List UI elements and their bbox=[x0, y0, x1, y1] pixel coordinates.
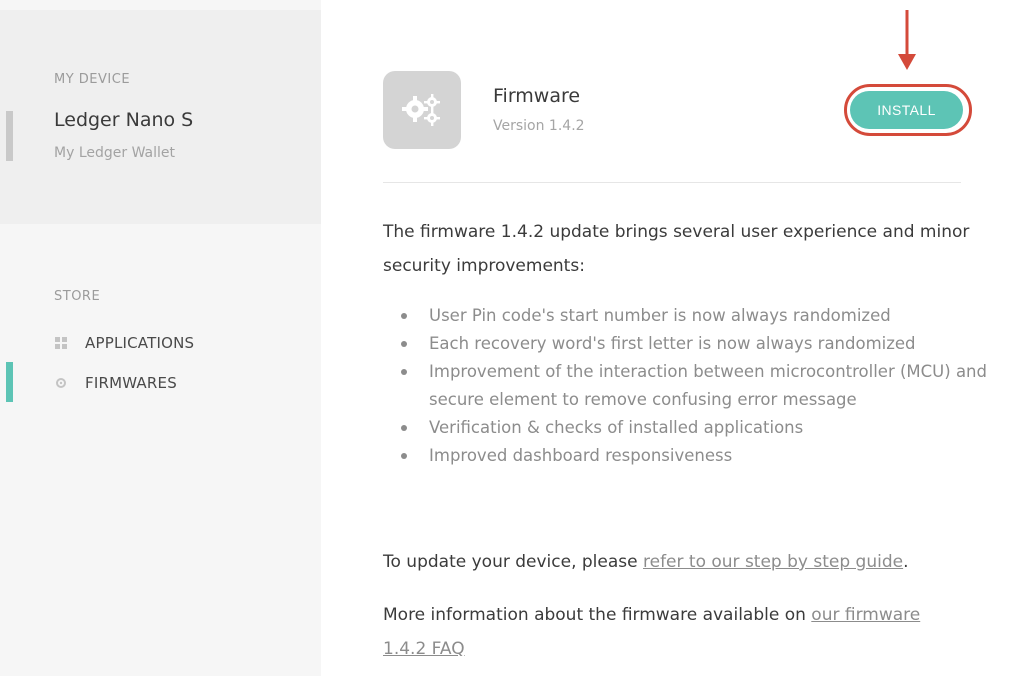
release-intro: The firmware 1.4.2 update brings several… bbox=[383, 222, 970, 276]
sidebar-item-applications[interactable]: APPLICATIONS bbox=[54, 330, 194, 356]
list-item: Improved dashboard responsiveness bbox=[383, 442, 1003, 470]
firmware-version: Version 1.4.2 bbox=[493, 118, 585, 134]
device-name: Ledger Nano S bbox=[54, 109, 194, 131]
gear-icon bbox=[54, 376, 68, 390]
list-item: Verification & checks of installed appli… bbox=[383, 414, 1003, 442]
release-notes-list: User Pin code's start number is now alwa… bbox=[383, 302, 1003, 470]
device-selected-indicator bbox=[6, 111, 13, 161]
sidebar: MY DEVICE Ledger Nano S My Ledger Wallet… bbox=[0, 0, 321, 676]
sidebar-item-firmwares[interactable]: FIRMWARES bbox=[54, 370, 177, 396]
divider bbox=[383, 182, 961, 183]
firmware-gears-icon bbox=[383, 71, 461, 149]
active-indicator bbox=[6, 362, 13, 402]
update-suffix: . bbox=[903, 552, 909, 572]
list-item: User Pin code's start number is now alwa… bbox=[383, 302, 1003, 330]
store-label: STORE bbox=[54, 289, 101, 304]
update-text: To update your device, please bbox=[383, 552, 643, 572]
device-subtitle: My Ledger Wallet bbox=[54, 145, 175, 161]
arrow-down-icon bbox=[898, 10, 916, 70]
device-panel[interactable]: MY DEVICE Ledger Nano S My Ledger Wallet bbox=[0, 10, 321, 224]
sidebar-item-label: FIRMWARES bbox=[85, 374, 177, 392]
list-item: Improvement of the interaction between m… bbox=[383, 358, 1003, 414]
more-information: More information about the firmware avai… bbox=[383, 598, 943, 666]
grid-icon bbox=[54, 336, 68, 350]
step-by-step-guide-link[interactable]: refer to our step by step guide bbox=[643, 552, 903, 572]
main-content: Firmware Version 1.4.2 INSTALL The firmw… bbox=[321, 0, 1017, 676]
more-text: More information about the firmware avai… bbox=[383, 605, 812, 625]
sidebar-item-label: APPLICATIONS bbox=[85, 334, 195, 352]
firmware-title: Firmware bbox=[493, 85, 581, 107]
list-item: Each recovery word's first letter is now… bbox=[383, 330, 1003, 358]
my-device-label: MY DEVICE bbox=[54, 72, 131, 87]
install-button[interactable]: INSTALL bbox=[850, 91, 963, 129]
update-instructions: To update your device, please refer to o… bbox=[383, 545, 1003, 579]
